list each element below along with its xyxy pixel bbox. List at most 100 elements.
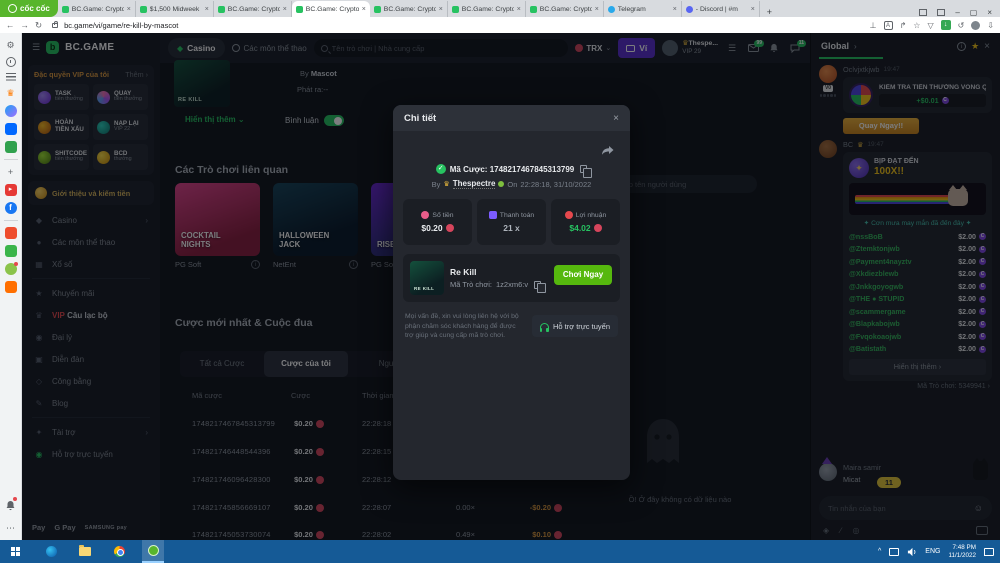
browser-tab-active[interactable]: BC.Game: Crypto × [291, 1, 370, 17]
stat-amount: Số tiền $0.20 [403, 199, 472, 245]
taskbar-file-explorer-icon[interactable] [74, 540, 96, 563]
system-tray: ^ ENG 7:48 PM 11/1/2022 [878, 544, 1000, 560]
adblock-shield-icon[interactable]: ▽ [927, 21, 933, 30]
sync-icon[interactable]: ↺ [958, 21, 965, 30]
settings-gear-icon[interactable]: ⚙ [5, 39, 17, 51]
crown-hot-icon[interactable]: ♛ [5, 87, 17, 99]
action-center-icon[interactable] [984, 547, 994, 556]
bookmark-star-icon[interactable]: ☆ [913, 21, 920, 30]
messenger-icon[interactable] [4, 105, 17, 117]
history-icon[interactable] [5, 57, 16, 67]
copy-icon[interactable] [580, 165, 592, 178]
support-text: Mọi vấn đề, xin vui lòng liên hệ với bộ … [405, 313, 519, 340]
volume-icon[interactable] [907, 547, 917, 557]
window-controls: – ▢ × [919, 8, 1000, 17]
zalo-icon[interactable] [4, 123, 17, 135]
tab-close-icon[interactable]: × [751, 6, 755, 13]
modal-close-icon[interactable]: × [613, 113, 619, 124]
bcgame-favicon [217, 5, 225, 13]
add-shortcut-icon[interactable]: + [5, 166, 17, 178]
download-complete-icon[interactable]: ↓ [940, 20, 951, 30]
profile-icon[interactable] [971, 20, 981, 30]
network-icon[interactable] [889, 547, 900, 556]
support-row: Mọi vấn đề, xin vui lòng liên hệ với bộ … [393, 302, 630, 341]
tab-close-icon[interactable]: × [595, 6, 599, 13]
browser-tab[interactable]: BC.Game: Crypto × [526, 1, 604, 17]
toolbar-icons: ⊥ A ↱ ☆ ▽ ↓ ↺ ⇩ [870, 20, 994, 30]
tab-close-icon[interactable]: × [205, 6, 209, 13]
url-text[interactable]: bc.game/vi/game/re-kill-by-mascot [64, 21, 863, 30]
tab-close-icon[interactable]: × [439, 6, 443, 13]
reload-icon[interactable]: ↻ [35, 20, 42, 31]
tray-expand-icon[interactable]: ^ [878, 548, 881, 555]
lock-icon [52, 20, 59, 28]
cart-app-icon[interactable] [4, 281, 17, 293]
stat-payout: Thanh toán 21 x [477, 199, 546, 245]
live-support-button[interactable]: Hỗ trợ trực tuyến [531, 315, 618, 338]
translate-icon[interactable]: A [883, 20, 893, 30]
tab-close-icon[interactable]: × [673, 6, 677, 13]
forward-icon[interactable]: → [21, 20, 30, 30]
browser-tab-discord[interactable]: - Discord | #m × [682, 1, 760, 17]
address-bar: ← → ↻ bc.game/vi/game/re-kill-by-mascot … [0, 17, 1000, 33]
bet-datetime: 22:28:18, 31/10/2022 [520, 179, 592, 189]
browser-tab[interactable]: BC.Game: Crypto × [370, 1, 448, 17]
game-thumbnail[interactable]: RE KILL [410, 261, 444, 295]
share-icon[interactable] [601, 145, 614, 156]
workspace-icon[interactable] [937, 9, 946, 16]
downloads-tray-icon[interactable]: ⇩ [987, 21, 994, 30]
maximize-button[interactable]: ▢ [970, 8, 978, 17]
bet-author[interactable]: Thespectre [452, 179, 496, 189]
brand-label: cốc cốc [20, 4, 50, 13]
browser-tab[interactable]: $1,500 Midweek × [136, 1, 214, 17]
bet-id-row: Mã Cược: 1748217467845313799 [393, 164, 630, 178]
bet-author-row: By ♛ Thespectre On 22:28:18, 31/10/2022 [431, 179, 592, 189]
browser-tab[interactable]: BC.Game: Crypto × [58, 1, 136, 17]
trx-coin-icon [593, 224, 602, 232]
leaf-app-icon[interactable] [4, 262, 18, 275]
tab-close-icon[interactable]: × [127, 6, 131, 13]
notification-bell-icon[interactable] [5, 497, 17, 516]
trx-coin-icon [445, 224, 454, 232]
language-indicator[interactable]: ENG [925, 548, 940, 555]
minimize-button[interactable]: – [955, 8, 959, 17]
bcgame-favicon [61, 5, 69, 13]
tab-close-icon[interactable]: × [362, 6, 366, 13]
shopee-icon[interactable] [4, 227, 17, 239]
new-tab-button[interactable]: + [760, 7, 779, 17]
green-app-icon[interactable] [4, 245, 17, 257]
close-window-button[interactable]: × [987, 8, 992, 17]
play-now-button[interactable]: Chơi Ngay [554, 265, 612, 285]
modal-game-card: RE KILL Re Kill Mã Trò chơi: 1z2xm6:v Ch… [403, 254, 620, 302]
browser-tab[interactable]: BC.Game: Crypto × [214, 1, 292, 17]
more-icon[interactable]: ⋯ [5, 522, 17, 534]
frog-icon [498, 181, 505, 187]
save-page-icon[interactable]: ⊥ [870, 21, 877, 30]
coccoc-icon [8, 4, 17, 13]
share-icon[interactable]: ↱ [900, 21, 907, 30]
taskbar-clock[interactable]: 7:48 PM 11/1/2022 [948, 544, 976, 560]
reading-list-icon[interactable] [5, 73, 16, 81]
sidebar-toggle-icon[interactable] [919, 9, 928, 16]
verified-check-icon [435, 164, 446, 174]
browser-tab-telegram[interactable]: Telegram × [604, 1, 682, 17]
tab-close-icon[interactable]: × [517, 6, 521, 13]
tab-close-icon[interactable]: × [283, 6, 287, 13]
copy-icon[interactable] [534, 280, 546, 293]
rail-divider [3, 159, 18, 160]
taskbar-edge-icon[interactable] [40, 540, 62, 563]
profit-icon [564, 211, 573, 219]
back-icon[interactable]: ← [6, 20, 15, 30]
youtube-icon[interactable]: ▸ [4, 184, 17, 196]
telegram-favicon [607, 5, 615, 13]
trophy-icon: ♛ [443, 181, 450, 188]
browser-tab[interactable]: BC.Game: Crypto × [448, 1, 526, 17]
games-icon[interactable] [4, 141, 17, 153]
screen: cốc cốc BC.Game: Crypto × $1,500 Midweek ×… [0, 0, 1000, 563]
coccoc-logo[interactable]: cốc cốc [0, 0, 58, 17]
taskbar-chrome-icon[interactable] [108, 540, 130, 563]
facebook-icon[interactable]: f [4, 202, 17, 214]
start-button[interactable] [0, 547, 30, 556]
tab-strip: cốc cốc BC.Game: Crypto × $1,500 Midweek ×… [0, 0, 1000, 17]
game-code: 1z2xm6:v [496, 280, 529, 289]
